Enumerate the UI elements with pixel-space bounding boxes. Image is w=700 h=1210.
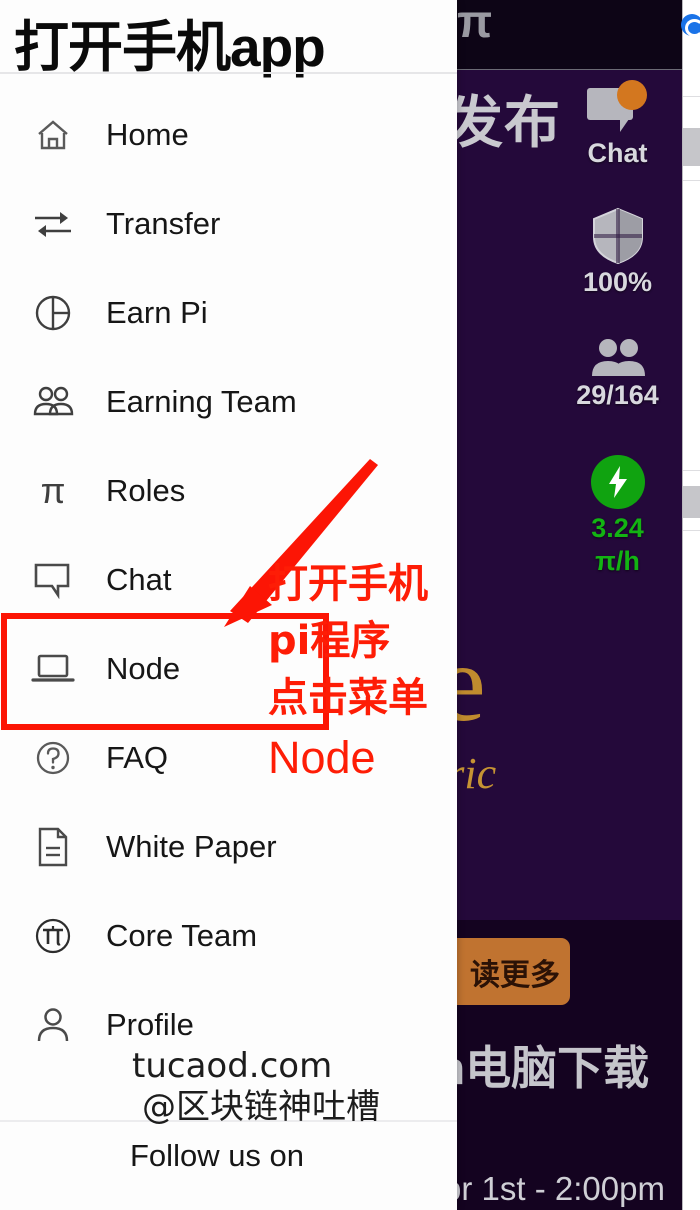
chat-icon xyxy=(586,80,649,136)
rail-chat[interactable]: Chat xyxy=(555,80,680,169)
menu-item-earning-team[interactable]: Earning Team xyxy=(0,357,457,446)
rail-rate-value: 3.24 xyxy=(591,513,644,543)
transfer-arrows-icon xyxy=(22,207,84,241)
menu-item-label: White Paper xyxy=(106,828,277,864)
menu-item-label: Home xyxy=(106,116,189,152)
screenshot-root: π 发布 Chat 100% 29/164 3.24 π/h e ic 读更多 … xyxy=(0,0,700,1210)
menu-item-white-paper[interactable]: White Paper xyxy=(0,802,457,891)
rail-security-label: 100% xyxy=(582,267,653,297)
event-date-text: pr 1st - 2:00pm xyxy=(455,1170,665,1207)
follow-us-label: Follow us on xyxy=(130,1138,305,1173)
question-circle-icon xyxy=(22,738,84,778)
strip-placeholder-a xyxy=(683,128,700,166)
menu-item-transfer[interactable]: Transfer xyxy=(0,179,457,268)
pi-symbol-icon: π xyxy=(40,469,66,511)
rail-chat-label: Chat xyxy=(587,138,648,168)
download-heading: h电脑下载 xyxy=(455,1042,650,1094)
rail-rate-unit: π/h xyxy=(595,546,640,576)
rail-security[interactable]: 100% xyxy=(555,207,680,298)
page-title: 打开手机app xyxy=(14,16,326,78)
menu-item-home[interactable]: Home xyxy=(0,90,457,179)
annotation-line-1: 打开手机 xyxy=(268,561,428,607)
annotation-line-2: pi程序 xyxy=(268,617,391,664)
annotation-text: 打开手机 pi程序 点击菜单 Node xyxy=(268,556,468,790)
menu-item-label: Transfer xyxy=(106,205,221,241)
person-icon xyxy=(22,1005,84,1045)
browser-edge-strip xyxy=(682,0,700,1210)
menu-item-label: Node xyxy=(106,650,181,686)
menu-item-label: Earn Pi xyxy=(106,294,208,330)
menu-item-label: Core Team xyxy=(106,917,258,953)
app-header-bar: π xyxy=(455,0,682,70)
annotation-line-3: 点击菜单 xyxy=(268,674,428,721)
pi-app-panel: π 发布 Chat 100% 29/164 3.24 π/h e ic 读更多 … xyxy=(455,0,682,1210)
annotation-line-4: Node xyxy=(268,732,376,784)
chat-bubble-icon xyxy=(22,561,84,599)
menu-item-label: Profile xyxy=(106,1006,194,1042)
lightning-bolt-icon xyxy=(590,455,645,509)
laptop-icon xyxy=(22,651,84,687)
pi-coin-icon xyxy=(22,915,84,957)
strip-placeholder-b xyxy=(683,486,700,518)
rail-mining-rate[interactable]: 3.24 π/h xyxy=(555,455,680,577)
watermark: tucaod.com @区块链神吐槽 xyxy=(132,1046,380,1129)
publish-label: 发布 xyxy=(455,91,561,154)
pie-chart-icon xyxy=(22,293,84,333)
home-icon xyxy=(22,115,84,155)
watermark-site: tucaod.com xyxy=(132,1046,333,1086)
read-more-button[interactable]: 读更多 xyxy=(455,938,570,1005)
pi-logo-icon: π xyxy=(457,0,493,47)
browser-app-icon[interactable] xyxy=(681,14,700,37)
people-icon xyxy=(22,385,84,419)
menu-item-label: Chat xyxy=(106,561,172,597)
menu-item-label: Roles xyxy=(106,472,186,508)
menu-item-roles[interactable]: π Roles xyxy=(0,446,457,535)
menu-item-core-team[interactable]: Core Team xyxy=(0,891,457,980)
app-side-rail: Chat 100% 29/164 3.24 π/h xyxy=(555,80,680,599)
people-icon xyxy=(588,338,648,378)
menu-item-earn-pi[interactable]: Earn Pi xyxy=(0,268,457,357)
menu-item-label: FAQ xyxy=(106,739,169,775)
title-divider xyxy=(0,72,457,74)
rail-team[interactable]: 29/164 xyxy=(555,338,680,411)
notification-badge-icon xyxy=(616,80,647,110)
menu-item-label: Earning Team xyxy=(106,383,297,419)
watermark-handle: @区块链神吐槽 xyxy=(142,1087,380,1128)
rail-team-label: 29/164 xyxy=(576,380,659,410)
shield-icon xyxy=(592,207,644,265)
document-icon xyxy=(22,826,84,868)
